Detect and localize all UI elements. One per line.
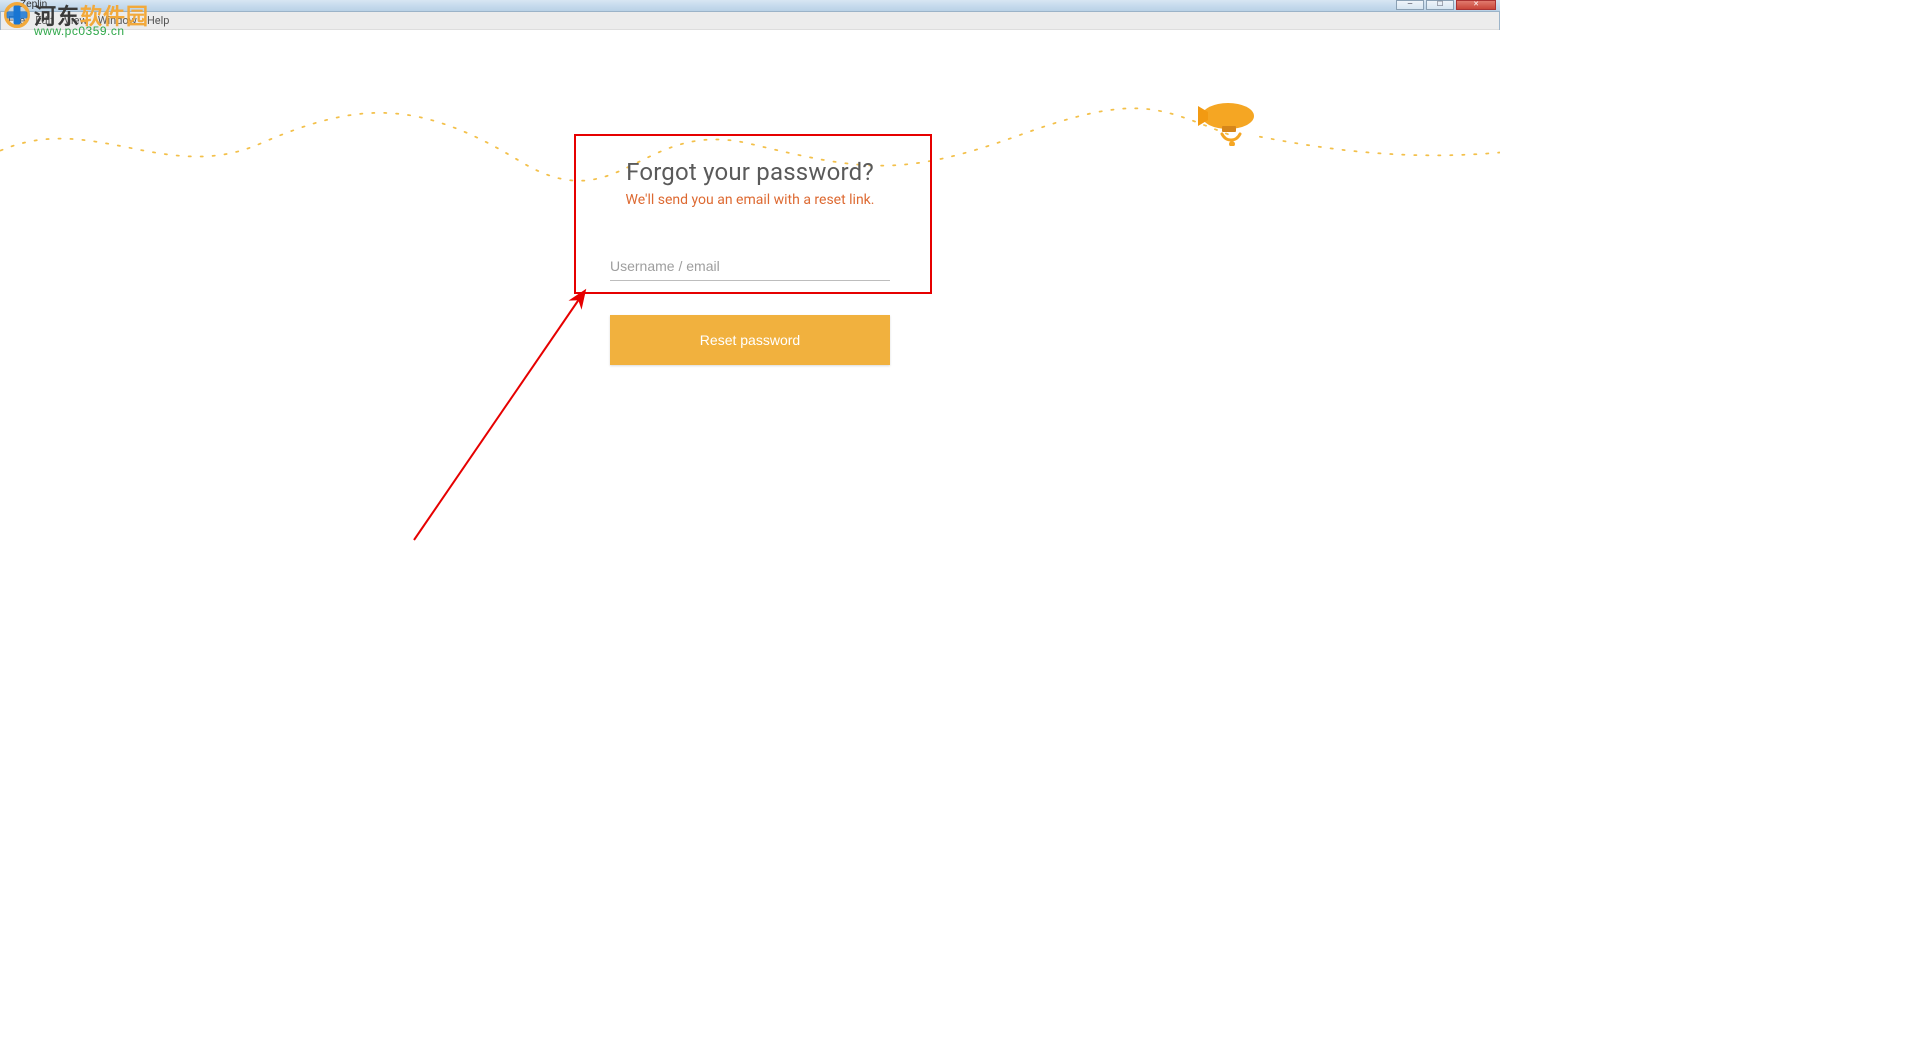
menubar: File Edit View Window Help bbox=[0, 12, 1500, 30]
menu-edit[interactable]: Edit bbox=[35, 14, 54, 27]
close-button[interactable]: ✕ bbox=[1456, 0, 1496, 10]
maximize-button[interactable]: ☐ bbox=[1426, 0, 1454, 10]
blimp-icon bbox=[1192, 100, 1260, 146]
card-title: Forgot your password? bbox=[610, 158, 890, 186]
window-title: Zeplin bbox=[20, 0, 47, 10]
menu-window[interactable]: Window bbox=[98, 14, 137, 27]
card-subtitle: We'll send you an email with a reset lin… bbox=[610, 192, 890, 208]
username-email-input[interactable] bbox=[610, 252, 890, 281]
menu-help[interactable]: Help bbox=[147, 14, 170, 27]
window-titlebar: Zeplin — ☐ ✕ bbox=[0, 0, 1500, 12]
reset-password-button[interactable]: Reset password bbox=[610, 315, 890, 365]
menu-view[interactable]: View bbox=[64, 14, 88, 27]
minimize-button[interactable]: — bbox=[1396, 0, 1424, 10]
menu-file[interactable]: File bbox=[8, 14, 25, 27]
reset-card: Forgot your password? We'll send you an … bbox=[570, 130, 930, 365]
app-content: Forgot your password? We'll send you an … bbox=[0, 30, 1500, 812]
window-controls: — ☐ ✕ bbox=[1396, 0, 1496, 10]
